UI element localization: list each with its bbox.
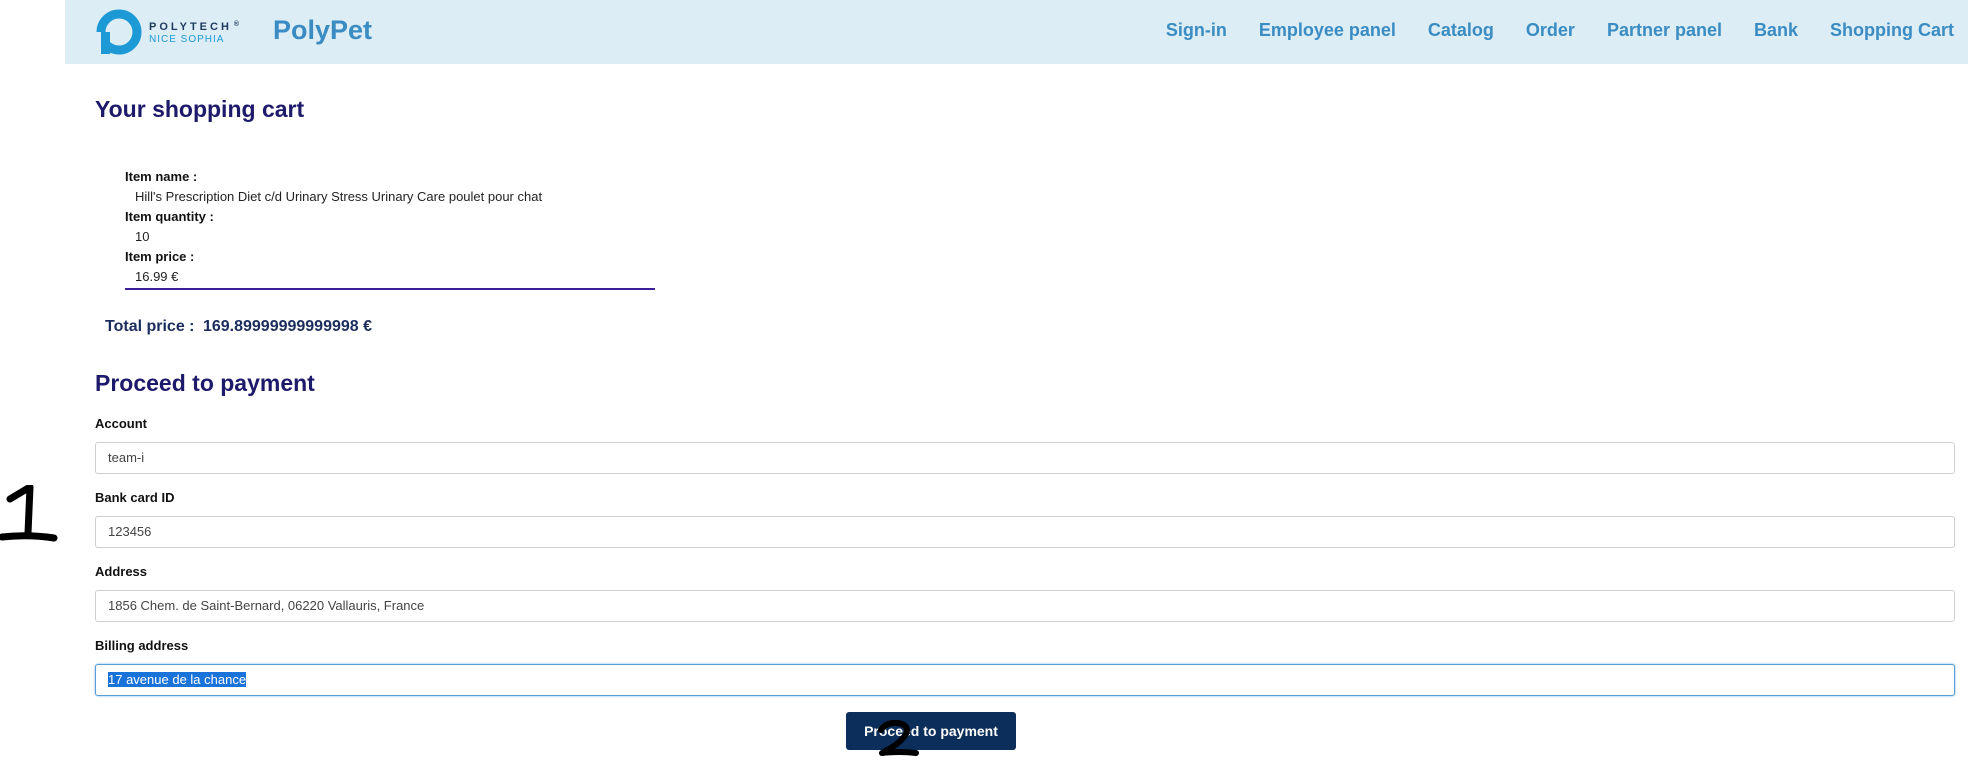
navbar: POLYTECH ® NICE SOPHIA PolyPet Sign-in E… <box>65 0 1968 64</box>
billing-address-field[interactable]: 17 avenue de la chance <box>95 664 1955 696</box>
bank-card-field[interactable]: 123456 <box>95 516 1955 548</box>
logo-top-text: POLYTECH <box>149 21 232 33</box>
item-name-value: Hill's Prescription Diet c/d Urinary Str… <box>135 189 543 204</box>
nav-sign-in[interactable]: Sign-in <box>1166 20 1227 41</box>
payment-title: Proceed to payment <box>95 370 315 396</box>
item-name-label: Item name : <box>125 169 198 184</box>
item-price-label: Item price : <box>125 249 195 264</box>
account-value: team-i <box>108 450 145 465</box>
total-price-value: 169.89999999999998 € <box>202 318 373 335</box>
nav-employee-panel[interactable]: Employee panel <box>1259 20 1396 41</box>
logo-bottom-text: NICE SOPHIA <box>149 34 225 45</box>
nav-order[interactable]: Order <box>1526 20 1575 41</box>
nav-links: Sign-in Employee panel Catalog Order Par… <box>1166 20 1954 41</box>
item-price-value: 16.99 € <box>135 269 179 284</box>
bank-card-label: Bank card ID <box>95 490 175 505</box>
brand-title[interactable]: PolyPet <box>273 15 372 46</box>
bank-card-value: 123456 <box>108 524 152 539</box>
page: POLYTECH ® NICE SOPHIA PolyPet Sign-in E… <box>0 0 1968 775</box>
total-price: Total price : 169.89999999999998 € <box>105 318 372 336</box>
nav-catalog[interactable]: Catalog <box>1428 20 1494 41</box>
proceed-to-payment-button[interactable]: Proceed to payment <box>846 712 1016 750</box>
nav-partner-panel[interactable]: Partner panel <box>1607 20 1722 41</box>
item-quantity-label: Item quantity : <box>125 209 214 224</box>
cart-title: Your shopping cart <box>95 96 305 122</box>
address-label: Address <box>95 564 148 579</box>
logo-text: POLYTECH ® NICE SOPHIA <box>149 21 240 45</box>
nav-bank[interactable]: Bank <box>1754 20 1798 41</box>
logo-trademark: ® <box>233 21 240 28</box>
address-field[interactable]: 1856 Chem. de Saint-Bernard, 06220 Valla… <box>95 590 1955 622</box>
billing-address-value: 17 avenue de la chance <box>108 672 247 687</box>
nav-shopping-cart[interactable]: Shopping Cart <box>1830 20 1954 41</box>
item-quantity-value: 10 <box>135 229 150 244</box>
billing-address-label: Billing address <box>95 638 189 653</box>
annotation-one: 1 <box>0 485 58 542</box>
annotation-two: 2 <box>878 720 919 756</box>
cart-item: Item name : Hill's Prescription Diet c/d… <box>125 167 655 290</box>
account-field[interactable]: team-i <box>95 442 1955 474</box>
account-label: Account <box>95 416 147 431</box>
address-value: 1856 Chem. de Saint-Bernard, 06220 Valla… <box>108 598 425 613</box>
polytech-logo-icon[interactable] <box>95 8 143 56</box>
total-price-label: Total price : <box>105 318 195 335</box>
